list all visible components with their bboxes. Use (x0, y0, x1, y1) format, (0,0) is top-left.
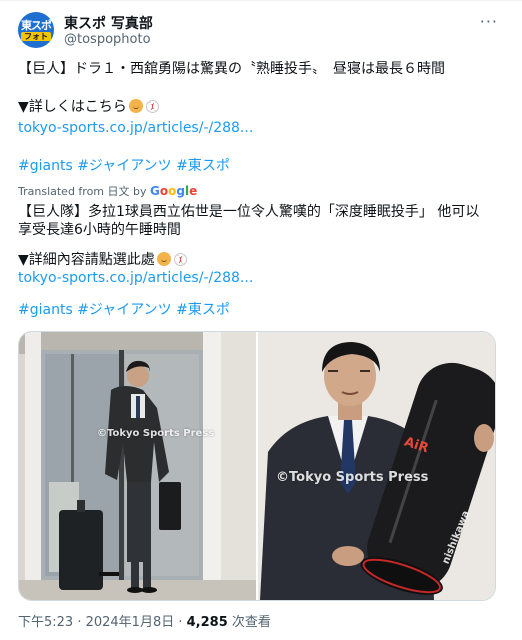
photo-player-walking-illustration (19, 332, 256, 600)
avatar[interactable]: 東スポ フォト (18, 12, 54, 48)
more-options-icon[interactable]: ··· (480, 12, 498, 31)
translated-hashtags[interactable]: #giants #ジャイアンツ #東スポ (18, 301, 230, 319)
translated-text-line-1: 【巨人隊】多拉1球員西立佑世是一位令人驚嘆的「深度睡眠投手」 他可以 (18, 204, 480, 220)
photo-player-with-bag-illustration (258, 332, 495, 600)
google-logo: Google (150, 184, 197, 198)
translated-article-link[interactable]: tokyo-sports.co.jp/articles/-/288... (18, 269, 253, 287)
google-letter: e (189, 184, 198, 198)
photo-watermark: ©Tokyo Sports Press (97, 428, 215, 439)
google-letter: G (150, 184, 160, 198)
tweet-timestamp[interactable]: 下午5:23 · 2024年1月8日 · (18, 615, 187, 630)
translated-details-prefix: ▼詳細內容請點選此處 (18, 252, 155, 268)
translation-label-text: Translated from 日文 by (18, 185, 147, 198)
person-tipping-hand-emoji-icon (128, 99, 143, 113)
baseball-emoji-icon (173, 253, 187, 266)
translation-label[interactable]: Translated from 日文 by Google (18, 183, 197, 199)
article-link[interactable]: tokyo-sports.co.jp/articles/-/288... (18, 119, 253, 137)
translated-details-line: ▼詳細內容請點選此處 (18, 251, 187, 269)
hashtags[interactable]: #giants #ジャイアンツ #東スポ (18, 157, 230, 175)
top-divider (0, 0, 522, 1)
author-name[interactable]: 東スポ 写真部 (64, 13, 153, 33)
avatar-logo-text: 東スポ (21, 18, 52, 32)
translated-text-line-2: 享受長達6小時的午睡時間 (18, 222, 181, 238)
tweet-header: 東スポ フォト 東スポ 写真部 @tospophoto ··· (18, 10, 504, 50)
photo-watermark: ©Tokyo Sports Press (276, 470, 429, 485)
baseball-emoji-icon (145, 100, 159, 113)
avatar-logo-subtext: フォト (21, 31, 51, 41)
tweet-card: 東スポ フォト 東スポ 写真部 @tospophoto ··· 【巨人】ドラ１・… (0, 0, 522, 640)
google-letter: g (176, 184, 185, 198)
photo-player-walking[interactable]: ©Tokyo Sports Press (19, 332, 256, 600)
media-grid: ©Tokyo Sports Press AiR nishikawa ©Tokyo… (18, 331, 496, 601)
view-label: 次查看 (227, 615, 271, 630)
photo-player-with-bag[interactable]: AiR nishikawa ©Tokyo Sports Press (258, 332, 495, 600)
google-letter: o (159, 184, 169, 198)
view-count: 4,285 (186, 615, 228, 630)
details-prefix: ▼詳しくはこちら (18, 99, 127, 115)
tweet-text-line: 【巨人】ドラ１・西舘勇陽は驚異の〝熟睡投手〟 昼寝は最長６時間 (18, 61, 445, 77)
tweet-meta: 下午5:23 · 2024年1月8日 · 4,285 次查看 (18, 611, 271, 630)
person-tipping-hand-emoji-icon (156, 252, 171, 266)
author-handle[interactable]: @tospophoto (64, 32, 151, 47)
tweet-details-line: ▼詳しくはこちら (18, 98, 159, 116)
